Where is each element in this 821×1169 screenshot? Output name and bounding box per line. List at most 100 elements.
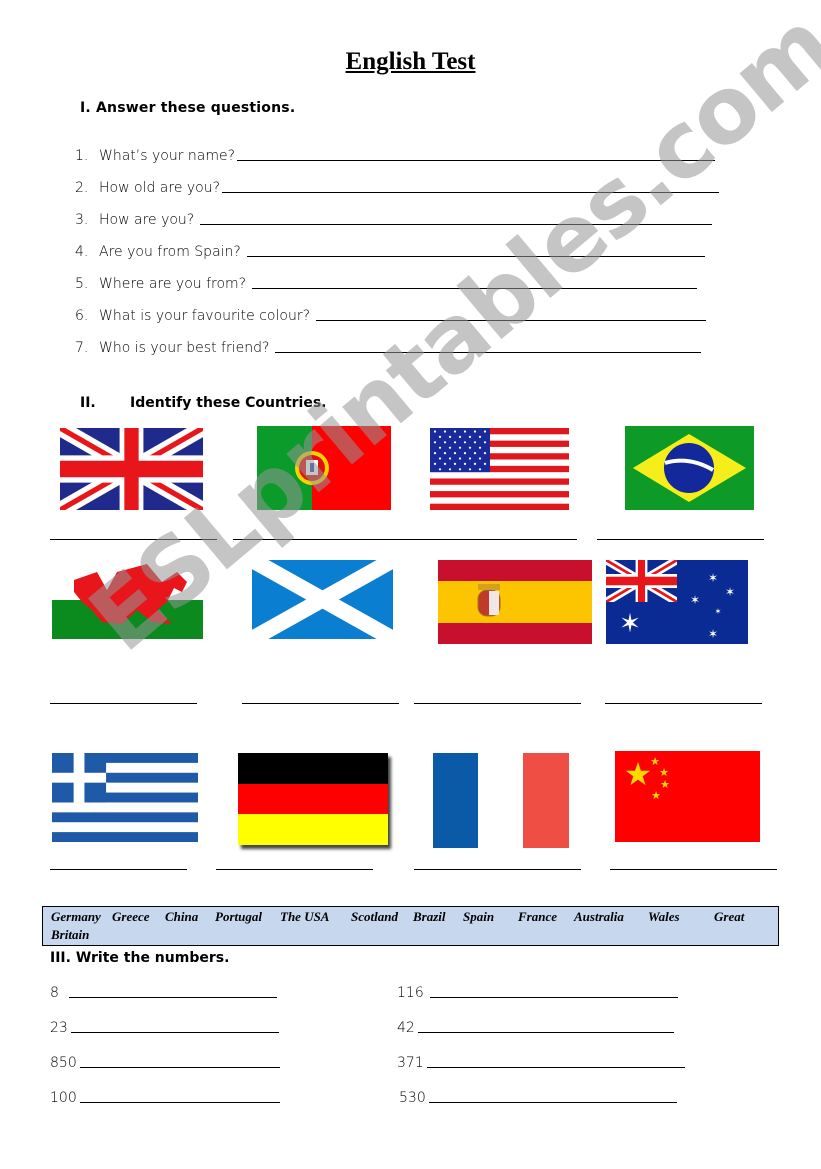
answer-line[interactable] xyxy=(414,869,581,870)
answer-line[interactable] xyxy=(252,287,698,289)
number-row: 8 xyxy=(50,985,277,1001)
question-text: Where are you from? xyxy=(99,276,247,292)
number-row: 23 xyxy=(50,1020,279,1036)
question-row: 6. What is your favourite colour? xyxy=(75,308,707,324)
question-row: 4. Are you from Spain? xyxy=(75,244,705,260)
question-row: 2. How old are you? xyxy=(75,180,720,196)
answer-line[interactable] xyxy=(428,1102,677,1103)
flag-france-icon xyxy=(433,753,569,848)
number-value: 850 xyxy=(50,1055,77,1071)
answer-line[interactable] xyxy=(70,1032,279,1033)
flag-wales-icon xyxy=(52,562,203,639)
section-1-heading: I. Answer these questions. xyxy=(80,100,296,116)
flag-scotland-icon xyxy=(252,560,393,639)
svg-text:★: ★ xyxy=(651,789,661,802)
answer-line[interactable] xyxy=(426,1067,685,1068)
number-row: 116 xyxy=(397,985,678,1001)
word-bank-item: France xyxy=(518,909,557,924)
word-bank-item: Portugal xyxy=(215,909,262,924)
flag-usa-icon xyxy=(430,428,569,510)
svg-text:✶: ✶ xyxy=(708,627,718,641)
number-row: 850 xyxy=(50,1055,280,1071)
question-number: 6. xyxy=(75,308,89,324)
answer-line[interactable] xyxy=(237,159,716,161)
flag-australia-icon: ✶ ✶ ✶ ✶ ✶ ✶ xyxy=(606,560,748,644)
question-row: 3. How are you? xyxy=(75,212,713,228)
answer-line[interactable] xyxy=(610,869,777,870)
question-number: 3. xyxy=(75,212,89,228)
question-number: 5. xyxy=(75,276,89,292)
answer-line[interactable] xyxy=(222,191,720,193)
word-bank-item: Britain xyxy=(51,927,90,942)
svg-text:✶: ✶ xyxy=(715,607,722,616)
answer-line[interactable] xyxy=(246,255,705,257)
word-bank-item: Germany xyxy=(51,909,101,924)
svg-text:✶: ✶ xyxy=(708,571,718,585)
answer-line[interactable] xyxy=(50,539,217,540)
number-value: 42 xyxy=(397,1020,415,1036)
question-text: How are you? xyxy=(99,212,195,228)
svg-text:★: ★ xyxy=(660,778,670,791)
question-number: 2. xyxy=(75,180,89,196)
number-row: 100 xyxy=(50,1090,280,1106)
question-number: 4. xyxy=(75,244,89,260)
number-row: 42 xyxy=(397,1020,674,1036)
question-text: How old are you? xyxy=(99,180,221,196)
word-bank-item: Greece xyxy=(112,909,150,924)
number-row: 371 xyxy=(397,1055,685,1071)
question-row: 7. Who is your best friend? xyxy=(75,340,702,356)
svg-text:✶: ✶ xyxy=(725,585,735,599)
question-row: 5. Where are you from? xyxy=(75,276,698,292)
answer-line[interactable] xyxy=(50,869,187,870)
answer-line[interactable] xyxy=(605,703,762,704)
word-bank-item: Scotland xyxy=(351,909,398,924)
section-2-number: II. xyxy=(80,395,96,411)
flag-china-icon: ★ ★ ★ ★ ★ xyxy=(615,751,760,842)
answer-line[interactable] xyxy=(417,1032,674,1033)
answer-line[interactable] xyxy=(200,223,713,225)
number-row: 530 xyxy=(399,1090,677,1106)
answer-line[interactable] xyxy=(216,869,373,870)
answer-line[interactable] xyxy=(414,703,581,704)
answer-line[interactable] xyxy=(50,703,197,704)
answer-line[interactable] xyxy=(275,351,702,353)
flag-brazil-icon xyxy=(625,426,754,510)
word-bank-item: Brazil xyxy=(413,909,446,924)
word-bank-item: The USA xyxy=(280,909,330,924)
answer-line[interactable] xyxy=(233,539,577,540)
flag-germany-icon xyxy=(238,753,388,845)
word-bank: Germany Greece China Portugal The USA Sc… xyxy=(42,906,779,946)
answer-line[interactable] xyxy=(242,703,399,704)
answer-line[interactable] xyxy=(597,539,764,540)
svg-text:✶: ✶ xyxy=(619,609,641,639)
number-value: 8 xyxy=(50,985,59,1001)
svg-text:★: ★ xyxy=(624,755,653,793)
svg-text:✶: ✶ xyxy=(690,593,700,607)
question-text: What’s your name? xyxy=(99,148,236,164)
flag-greece-icon xyxy=(52,753,198,842)
flag-great-britain-icon xyxy=(60,428,203,510)
number-value: 100 xyxy=(50,1090,77,1106)
answer-line[interactable] xyxy=(79,1102,280,1103)
word-bank-item: China xyxy=(165,909,199,924)
word-bank-item: Great xyxy=(714,909,745,924)
question-row: 1. What’s your name? xyxy=(75,148,716,164)
word-bank-item: Spain xyxy=(463,909,495,924)
word-bank-item: Australia xyxy=(574,909,624,924)
flag-portugal-icon xyxy=(257,426,391,510)
word-bank-item: Wales xyxy=(648,909,680,924)
section-3-heading: III. Write the numbers. xyxy=(50,950,230,966)
number-value: 371 xyxy=(397,1055,424,1071)
question-number: 1. xyxy=(75,148,89,164)
answer-line[interactable] xyxy=(316,319,707,321)
number-value: 23 xyxy=(50,1020,68,1036)
answer-line[interactable] xyxy=(79,1067,280,1068)
answer-line[interactable] xyxy=(68,997,277,998)
question-text: Who is your best friend? xyxy=(99,340,270,356)
page-title: English Test xyxy=(345,48,476,75)
number-value: 530 xyxy=(399,1090,426,1106)
question-text: Are you from Spain? xyxy=(99,244,241,260)
answer-line[interactable] xyxy=(429,997,678,998)
section-2-title: Identify these Countries. xyxy=(130,395,327,411)
section-2-heading: II. Identify these Countries. xyxy=(80,395,327,411)
